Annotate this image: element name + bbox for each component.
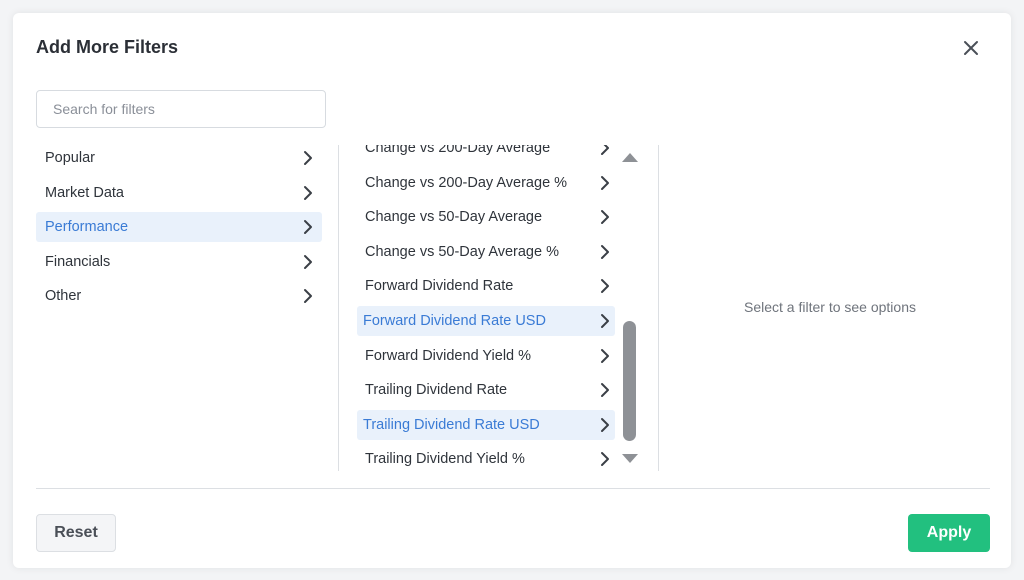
- scrollbar-thumb[interactable]: [623, 321, 636, 441]
- close-button[interactable]: [958, 35, 984, 61]
- search-input[interactable]: [36, 90, 326, 128]
- subfilter-item[interactable]: Trailing Dividend Yield %: [357, 444, 615, 471]
- category-item-label: Other: [45, 288, 82, 305]
- chevron-right-icon: [601, 175, 609, 190]
- subfilter-list: Change vs 200-Day Average Change vs 200-D…: [357, 145, 615, 471]
- subfilter-item-label: Trailing Dividend Yield %: [365, 451, 525, 468]
- chevron-right-icon: [601, 279, 609, 294]
- dialog-title: Add More Filters: [36, 37, 179, 57]
- subfilter-item[interactable]: Change vs 50-Day Average %: [357, 237, 615, 267]
- category-item-label: Performance: [45, 219, 129, 236]
- chevron-right-icon: [601, 244, 609, 259]
- subfilter-item[interactable]: Forward Dividend Yield %: [357, 341, 615, 371]
- chevron-right-icon: [601, 348, 609, 363]
- subfilter-item-label: Change vs 200-Day Average: [365, 145, 551, 156]
- subfilter-item[interactable]: Forward Dividend Rate: [357, 271, 615, 301]
- options-empty-hint: Select a filter to see options: [744, 299, 916, 315]
- subfilter-item[interactable]: Trailing Dividend Rate: [357, 375, 615, 405]
- reset-button[interactable]: Reset: [36, 514, 116, 552]
- subfilter-item[interactable]: Change vs 50-Day Average: [357, 202, 615, 232]
- subfilter-item-label: Trailing Dividend Rate: [365, 382, 508, 399]
- category-list: Popular Market Data Performance Financials O…: [36, 143, 322, 316]
- subfilter-item-label: Change vs 50-Day Average %: [365, 243, 559, 260]
- subfilter-item-label: Change vs 200-Day Average %: [365, 174, 568, 191]
- subfilter-item-label: Trailing Dividend Rate USD: [363, 416, 540, 433]
- subfilter-scroll-area: Change vs 200-Day Average Change vs 200-D…: [357, 145, 615, 471]
- apply-button[interactable]: Apply: [908, 514, 990, 552]
- subfilter-scrollbar[interactable]: [619, 151, 641, 467]
- chevron-right-icon: [601, 383, 609, 398]
- subfilter-item[interactable]: Trailing Dividend Rate USD: [357, 409, 615, 440]
- category-item[interactable]: Market Data: [36, 178, 322, 208]
- add-filters-dialog: Add More Filters Popular Market Data Perfo…: [13, 13, 1011, 568]
- chevron-right-icon: [601, 210, 609, 225]
- footer-divider: [36, 488, 990, 489]
- chevron-right-icon: [304, 289, 312, 304]
- subfilter-item-label: Change vs 50-Day Average: [365, 209, 543, 226]
- category-item-label: Financials: [45, 253, 111, 270]
- subfilter-item-label: Forward Dividend Rate USD: [363, 312, 546, 329]
- category-item[interactable]: Other: [36, 281, 322, 311]
- subfilter-item[interactable]: Forward Dividend Rate USD: [357, 305, 615, 336]
- column-divider: [338, 145, 339, 471]
- subfilter-item[interactable]: Change vs 200-Day Average: [357, 145, 615, 163]
- close-icon: [964, 41, 978, 55]
- chevron-right-icon: [601, 417, 609, 432]
- chevron-right-icon: [304, 185, 312, 200]
- subfilter-item[interactable]: Change vs 200-Day Average %: [357, 168, 615, 198]
- category-item-label: Popular: [45, 150, 95, 166]
- scroll-down-arrow-icon[interactable]: [622, 454, 638, 463]
- category-item[interactable]: Performance: [36, 212, 322, 243]
- chevron-right-icon: [304, 254, 312, 269]
- chevron-right-icon: [304, 220, 312, 235]
- scroll-up-arrow-icon[interactable]: [622, 153, 638, 162]
- subfilter-item-label: Forward Dividend Rate: [365, 278, 514, 295]
- category-item[interactable]: Financials: [36, 247, 322, 277]
- category-item[interactable]: Popular: [36, 143, 322, 173]
- chevron-right-icon: [601, 313, 609, 328]
- chevron-right-icon: [601, 145, 609, 155]
- category-item-label: Market Data: [45, 184, 124, 201]
- chevron-right-icon: [601, 452, 609, 467]
- subfilter-item-label: Forward Dividend Yield %: [365, 347, 532, 364]
- chevron-right-icon: [304, 151, 312, 165]
